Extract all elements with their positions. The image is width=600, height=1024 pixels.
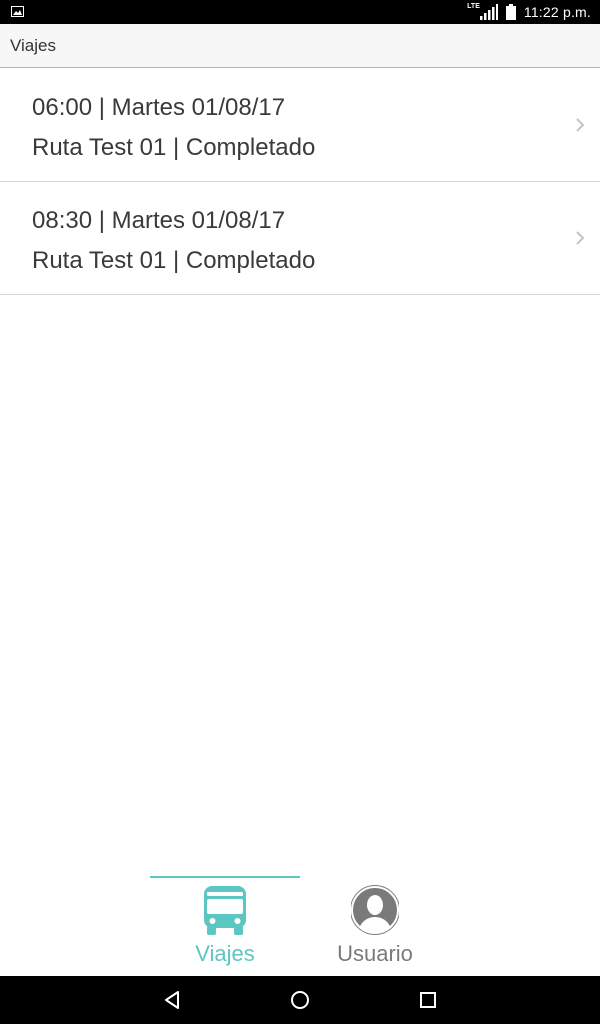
tab-label-viajes: Viajes xyxy=(195,941,255,966)
chevron-right-icon xyxy=(576,118,585,132)
tab-viajes[interactable]: Viajes xyxy=(150,866,300,976)
bottom-tab-bar: Viajes Usuario xyxy=(0,866,600,976)
page-title: Viajes xyxy=(10,36,56,55)
status-indicators: LTE 11:22 p.m. xyxy=(467,0,591,24)
signal-icon xyxy=(479,4,498,20)
back-icon[interactable] xyxy=(160,988,184,1012)
bus-icon xyxy=(204,886,246,935)
app-bar: Viajes xyxy=(0,24,600,68)
trip-route-status: Ruta Test 01 | Completado xyxy=(32,134,316,161)
user-avatar-icon xyxy=(351,885,399,935)
tab-label-usuario: Usuario xyxy=(337,941,413,966)
image-notification-icon xyxy=(11,6,24,17)
network-type-label: LTE xyxy=(467,2,480,10)
status-time: 11:22 p.m. xyxy=(523,4,591,20)
system-navigation-bar xyxy=(0,976,600,1024)
trip-list: 06:00 | Martes 01/08/17 Ruta Test 01 | C… xyxy=(0,69,600,295)
trip-route-status: Ruta Test 01 | Completado xyxy=(32,247,316,274)
recent-apps-icon[interactable] xyxy=(416,988,440,1012)
trip-time-date: 08:30 | Martes 01/08/17 xyxy=(32,207,286,234)
battery-icon xyxy=(505,4,516,20)
home-icon[interactable] xyxy=(288,988,312,1012)
active-tab-indicator xyxy=(150,876,300,878)
trip-list-item[interactable]: 08:30 | Martes 01/08/17 Ruta Test 01 | C… xyxy=(0,182,600,295)
tab-usuario[interactable]: Usuario xyxy=(300,866,450,976)
chevron-right-icon xyxy=(576,231,585,245)
trip-time-date: 06:00 | Martes 01/08/17 xyxy=(32,94,286,121)
trip-list-item[interactable]: 06:00 | Martes 01/08/17 Ruta Test 01 | C… xyxy=(0,69,600,182)
status-bar: LTE 11:22 p.m. xyxy=(0,0,600,24)
